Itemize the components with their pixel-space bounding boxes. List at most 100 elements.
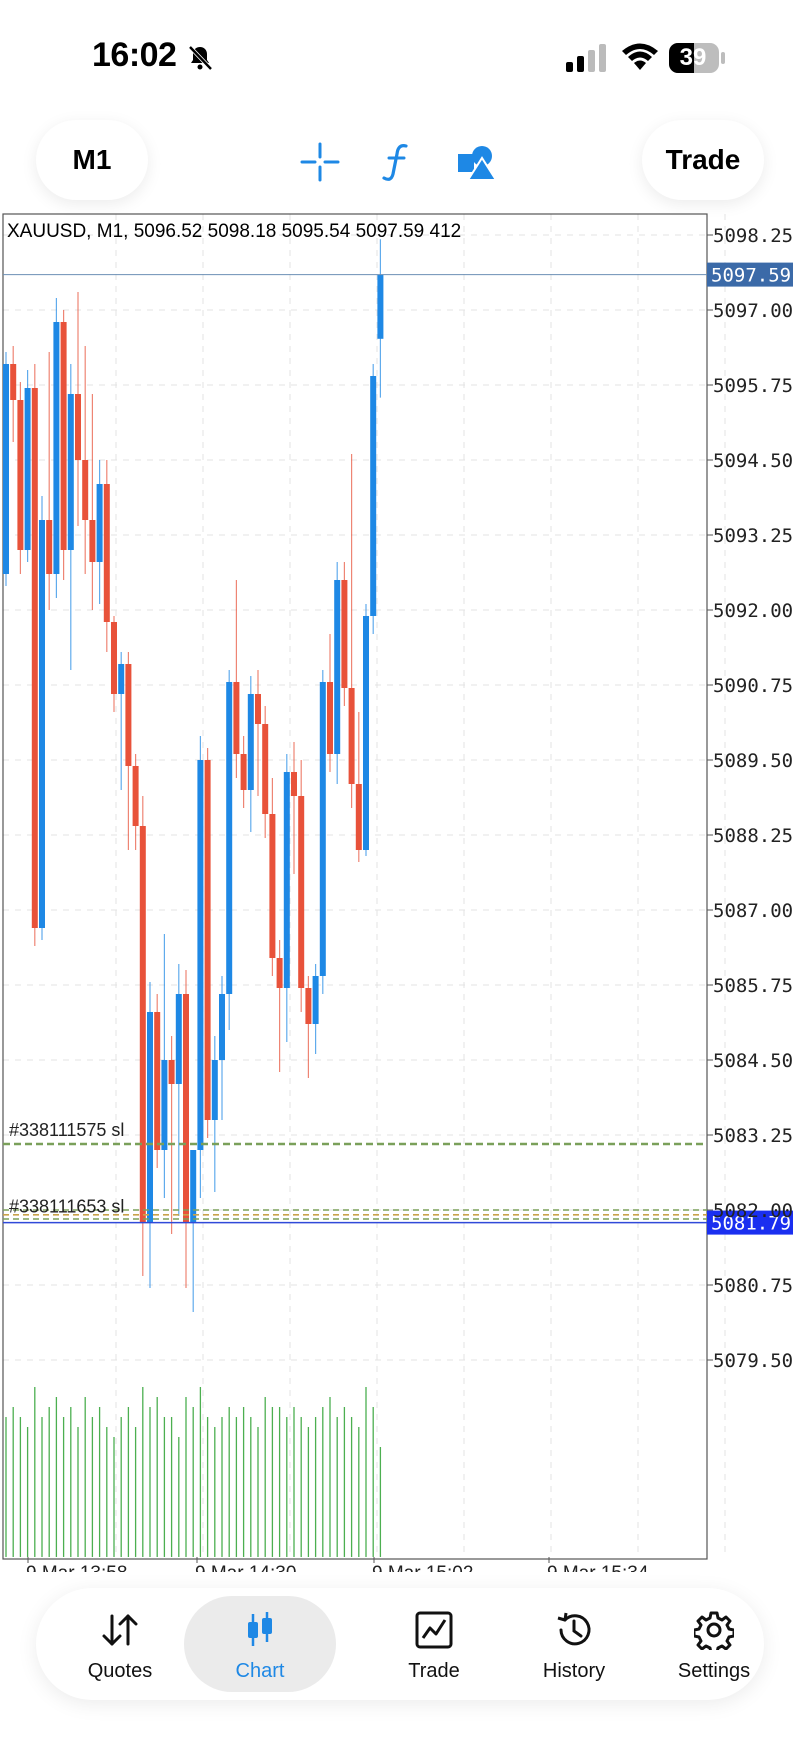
price-label: 5097.00: [713, 300, 793, 322]
time-label: 9 Mar 14:30: [195, 1563, 296, 1572]
candle-body: [291, 772, 297, 796]
candle-body: [96, 484, 103, 562]
candle-body: [262, 724, 269, 814]
trade-button[interactable]: Trade: [642, 120, 764, 200]
candle-body: [377, 274, 384, 339]
tab-trade[interactable]: Trade: [364, 1588, 504, 1700]
signal-icon: [566, 44, 606, 72]
chart-frame: [2, 213, 708, 1560]
price-label: 5088.25: [713, 825, 793, 847]
candle-body: [60, 322, 67, 550]
price-label: 5084.50: [713, 1050, 793, 1072]
gear-icon: [694, 1611, 734, 1650]
candle-body: [10, 364, 17, 400]
objects-icon[interactable]: [456, 142, 496, 182]
candle-body: [255, 694, 261, 724]
chart-toolbar: M1 Trade: [0, 110, 800, 210]
bell-slash-icon: [188, 45, 213, 71]
tab-history[interactable]: History: [504, 1588, 644, 1700]
candle-body: [363, 616, 369, 850]
candle-body: [183, 994, 189, 1222]
candle-body: [125, 664, 132, 766]
candle-body: [139, 826, 146, 1222]
price-axis: 5098.25 5097.00 5095.75 5094.50 5093.25 5092.…: [707, 225, 793, 1372]
chart-info-line: XAUUSD, M1, 5096.52 5098.18 5095.54 5097…: [7, 221, 461, 242]
candle-body: [312, 976, 319, 1024]
order-label: #338111575 sl: [9, 1120, 124, 1140]
price-label: 5098.25: [713, 225, 793, 247]
candle-body: [298, 796, 305, 988]
candle-body: [118, 664, 125, 694]
candle-body: [111, 622, 117, 694]
candle-body: [269, 814, 276, 958]
price-label: 5094.50: [713, 450, 793, 472]
price-label: 5087.00: [713, 900, 793, 922]
candle-body: [132, 766, 139, 826]
candle-body: [3, 364, 9, 574]
wifi-icon: [622, 43, 658, 70]
time-label: 9 Mar 15:02: [372, 1563, 473, 1572]
current-price-text: 5097.59: [711, 265, 791, 287]
candle-body: [197, 760, 204, 1150]
timeframe-button[interactable]: M1: [36, 120, 148, 200]
candle-body: [276, 958, 283, 988]
candle-body: [175, 994, 182, 1084]
history-icon: [557, 1612, 591, 1646]
candle-body: [46, 520, 53, 574]
battery-percent: 39: [679, 44, 707, 71]
time-label: 9 Mar 15:34: [547, 1563, 649, 1572]
price-chart[interactable]: 5097.59 #338111575 sl #338111653 sl 5081.79…: [0, 212, 800, 1572]
tab-history-label: History: [542, 1660, 606, 1682]
bottom-tab-bar: Quotes Chart Trade History Settings: [36, 1588, 764, 1700]
candle-body: [17, 400, 24, 550]
status-time: 16:02: [92, 36, 177, 74]
order-label: #338111653 sl: [9, 1197, 124, 1217]
candle-body: [168, 1060, 175, 1084]
crosshair-icon[interactable]: [300, 142, 340, 182]
candle-body: [247, 694, 254, 790]
candle-body: [89, 520, 96, 562]
candle-body: [53, 322, 60, 574]
price-label: 5082.00: [713, 1200, 793, 1222]
candle-body: [75, 394, 81, 460]
chart-grid: [3, 214, 726, 1557]
candle-body: [204, 760, 211, 1120]
candle-body: [233, 682, 240, 754]
price-label: 5093.25: [713, 525, 793, 547]
price-label: 5083.25: [713, 1125, 793, 1147]
tab-trade-label: Trade: [408, 1660, 460, 1682]
price-label: 5079.50: [713, 1350, 793, 1372]
candle-body: [219, 994, 225, 1060]
price-label: 5092.00: [713, 600, 793, 622]
quotes-icon: [102, 1614, 138, 1646]
candle-body: [334, 580, 341, 754]
price-label: 5080.75: [713, 1275, 793, 1297]
tab-settings-label: Settings: [677, 1660, 751, 1682]
candle-body: [147, 1012, 153, 1222]
candle-body: [240, 754, 247, 790]
volume-bars: [5, 1387, 382, 1557]
candle-body: [211, 1060, 218, 1120]
chart-canvas[interactable]: 5097.59#338111575 sl#338111653 sl5081.79…: [0, 212, 800, 1572]
price-label: 5090.75: [713, 675, 793, 697]
candle-body: [370, 376, 377, 616]
price-label: 5095.75: [713, 375, 793, 397]
tab-chart[interactable]: Chart: [184, 1596, 336, 1692]
price-label: 5089.50: [713, 750, 793, 772]
candle-body: [190, 1150, 197, 1222]
indicators-icon[interactable]: [378, 142, 418, 182]
candle-body: [327, 682, 333, 754]
candle-body: [283, 772, 290, 988]
chart-candles-icon: [248, 1612, 272, 1646]
trade-chart-icon: [415, 1611, 453, 1649]
time-label: 9 Mar 13:58: [26, 1563, 127, 1572]
candle-body: [154, 1012, 161, 1150]
candle-body: [226, 682, 233, 994]
tab-chart-label: Chart: [235, 1660, 285, 1682]
price-label: 5085.75: [713, 975, 793, 997]
tab-quotes[interactable]: Quotes: [50, 1588, 190, 1700]
candle-body: [82, 460, 89, 520]
tab-settings[interactable]: Settings: [644, 1588, 784, 1700]
candle-body: [305, 988, 312, 1024]
candle-body: [319, 682, 326, 976]
